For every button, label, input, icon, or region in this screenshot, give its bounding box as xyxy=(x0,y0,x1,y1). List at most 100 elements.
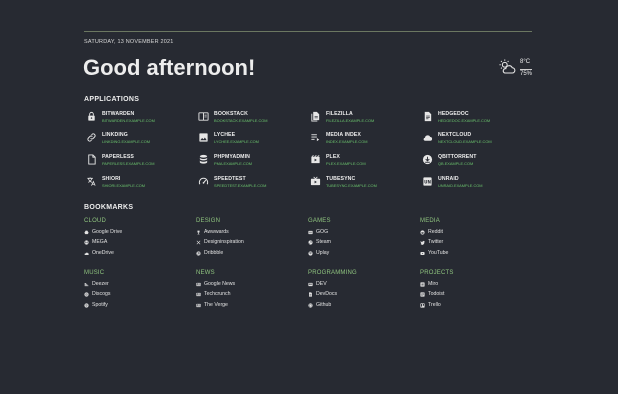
bookmark-label: Twitter xyxy=(428,239,444,246)
app-tile-shiori[interactable]: SHIORI SHIORI.EXAMPLE.COM xyxy=(86,176,196,192)
bookmark-link-dev[interactable]: DEV DEV xyxy=(308,281,418,291)
app-tile-linkding[interactable]: LINKDING LINKDING.EXAMPLE.COM xyxy=(86,132,196,148)
partly-cloudy-day-icon xyxy=(498,58,516,76)
bookmark-link-awwwards[interactable]: Awwwards xyxy=(196,229,306,239)
mega-icon xyxy=(84,240,89,245)
bookmark-link-designinspiration[interactable]: Designinspiration xyxy=(196,239,306,249)
header-divider xyxy=(84,31,532,32)
bookmark-link-twitter[interactable]: Twitter xyxy=(420,239,530,249)
app-name: UNRAID xyxy=(438,176,459,182)
miro-icon xyxy=(420,282,425,287)
bookmark-group-title: NEWS xyxy=(196,270,215,276)
app-name: LYCHEE xyxy=(214,132,236,138)
app-name: HEDGEDOC xyxy=(438,111,469,117)
bookmark-link-mega[interactable]: MEGA xyxy=(84,239,194,249)
app-name: BOOKSTACK xyxy=(214,111,248,117)
app-url: NEXTCLOUD.EXAMPLE.COM xyxy=(438,138,492,144)
link-icon xyxy=(86,132,97,143)
app-url: PMA.EXAMPLE.COM xyxy=(214,160,253,166)
speedometer-icon xyxy=(198,176,209,187)
bookmark-label: Designinspiration xyxy=(204,239,244,246)
bookmark-link-onedrive[interactable]: OneDrive xyxy=(84,250,194,260)
bookmark-label: GOG xyxy=(316,229,329,235)
bookmark-label: DEV xyxy=(316,281,327,287)
bookmark-label: Awwwards xyxy=(204,229,229,235)
app-url: SHIORI.EXAMPLE.COM xyxy=(102,182,146,188)
bookmark-label: Spotify xyxy=(92,301,108,308)
newspaper-icon xyxy=(196,282,201,287)
app-name: SHIORI xyxy=(102,176,121,182)
bookmark-link-discogs[interactable]: Discogs xyxy=(84,291,194,301)
bookmark-link-steam[interactable]: Steam xyxy=(308,239,418,249)
bookmarks-heading: BOOKMARKS xyxy=(84,204,134,211)
bookmark-link-youtube[interactable]: YouTube xyxy=(420,250,530,260)
app-tile-media-index[interactable]: MEDIA INDEX INDEX.EXAMPLE.COM xyxy=(310,132,420,148)
app-name: BITWARDEN xyxy=(102,111,135,117)
bookmark-group-title: GAMES xyxy=(308,218,331,224)
app-url: PAPERLESS.EXAMPLE.COM xyxy=(102,160,155,166)
bookmark-link-the-verge[interactable]: The Verge xyxy=(196,302,306,312)
app-tile-qbittorrent[interactable]: QBITTORRENT QB.EXAMPLE.COM xyxy=(422,154,532,170)
app-url: UNRAID.EXAMPLE.COM xyxy=(438,182,483,188)
app-name: FILEZILLA xyxy=(326,111,353,117)
app-tile-bitwarden[interactable]: BITWARDEN BITWARDEN.EXAMPLE.COM xyxy=(86,111,196,127)
app-tile-filezilla[interactable]: FILEZILLA FILEZILLA.EXAMPLE.COM xyxy=(310,111,420,127)
bookmark-label: Deezer xyxy=(92,281,109,287)
app-tile-bookstack[interactable]: BOOKSTACK BOOKSTACK.EXAMPLE.COM xyxy=(198,111,308,127)
bookmark-group-projects: PROJECTS Miro Todoist Trello xyxy=(420,270,530,312)
app-tile-lychee[interactable]: LYCHEE LYCHEE.EXAMPLE.COM xyxy=(198,132,308,148)
tv-icon xyxy=(310,176,321,187)
bookmark-label: Google News xyxy=(204,281,236,287)
app-url: PLEX.EXAMPLE.COM xyxy=(326,160,366,166)
bookmark-link-trello[interactable]: Trello xyxy=(420,302,530,312)
bookmark-label: Techcrunch xyxy=(204,291,231,298)
bookmark-link-dribbble[interactable]: Dribbble xyxy=(196,250,306,260)
bookmark-link-google-news[interactable]: Google News xyxy=(196,281,306,291)
bookmark-link-uplay[interactable]: Uplay xyxy=(308,250,418,260)
bookmark-group-cloud: CLOUD Google Drive MEGA OneDrive xyxy=(84,218,194,260)
bookmark-group-design: DESIGN Awwwards Designinspiration Dribbble xyxy=(196,218,306,260)
app-name: NEXTCLOUD xyxy=(438,132,472,138)
bookmark-link-deezer[interactable]: Deezer xyxy=(84,281,194,291)
bookmark-group-title: DESIGN xyxy=(196,218,221,224)
google-drive-icon xyxy=(84,230,89,235)
bookmark-link-todoist[interactable]: Todoist xyxy=(420,291,530,301)
download-icon xyxy=(422,154,433,165)
app-tile-speedtest[interactable]: SPEEDTEST SPEEDTEST.EXAMPLE.COM xyxy=(198,176,308,192)
bookmark-link-reddit[interactable]: Reddit xyxy=(420,229,530,239)
app-name: PAPERLESS xyxy=(102,154,134,160)
tools-icon xyxy=(196,240,201,245)
reddit-icon xyxy=(420,230,425,235)
todoist-icon xyxy=(420,292,425,297)
bookmark-label: Uplay xyxy=(316,249,330,256)
bookmark-label: Todoist xyxy=(428,291,445,298)
bookmark-label: YouTube xyxy=(428,249,449,256)
bookmark-group-music: MUSIC Deezer Discogs Spotify xyxy=(84,270,194,312)
app-tile-unraid[interactable]: UN UNRAID UNRAID.EXAMPLE.COM xyxy=(422,176,532,192)
app-tile-phpmyadmin[interactable]: PHPMYADMIN PMA.EXAMPLE.COM xyxy=(198,154,308,170)
app-name: PHPMYADMIN xyxy=(214,154,250,160)
app-tile-paperless[interactable]: PAPERLESS PAPERLESS.EXAMPLE.COM xyxy=(86,154,196,170)
app-tile-nextcloud[interactable]: NEXTCLOUD NEXTCLOUD.EXAMPLE.COM xyxy=(422,132,532,148)
bookmark-link-miro[interactable]: Miro xyxy=(420,281,530,291)
bookmark-group-media: MEDIA Reddit Twitter YouTube xyxy=(420,218,530,260)
humidity-value: 75% xyxy=(520,69,533,77)
bookmark-label: DevDocs xyxy=(316,291,338,298)
app-tile-tubesync[interactable]: TUBESYNC TUBESYNC.EXAMPLE.COM xyxy=(310,176,420,192)
bookmark-link-techcrunch[interactable]: Techcrunch xyxy=(196,291,306,301)
database-icon xyxy=(198,154,209,165)
app-url: HEDGEDOC.EXAMPLE.COM xyxy=(438,117,491,123)
trophy-icon xyxy=(196,230,201,235)
bookmark-link-devdocs[interactable]: DevDocs xyxy=(308,291,418,301)
bookmark-link-spotify[interactable]: Spotify xyxy=(84,302,194,312)
bookmark-link-github[interactable]: Github xyxy=(308,302,418,312)
app-url: TUBESYNC.EXAMPLE.COM xyxy=(326,182,377,188)
app-tile-plex[interactable]: PLEX PLEX.EXAMPLE.COM xyxy=(310,154,420,170)
app-name: TUBESYNC xyxy=(326,176,356,182)
bookmark-group-title: PROJECTS xyxy=(420,270,454,276)
svg-text:UN: UN xyxy=(424,179,431,184)
bookmark-link-gog[interactable]: GOG xyxy=(308,229,418,239)
bookmark-group-news: NEWS Google News Techcrunch The Verge xyxy=(196,270,306,312)
app-tile-hedgedoc[interactable]: HEDGEDOC HEDGEDOC.EXAMPLE.COM xyxy=(422,111,532,127)
bookmark-link-google-drive[interactable]: Google Drive xyxy=(84,229,194,239)
